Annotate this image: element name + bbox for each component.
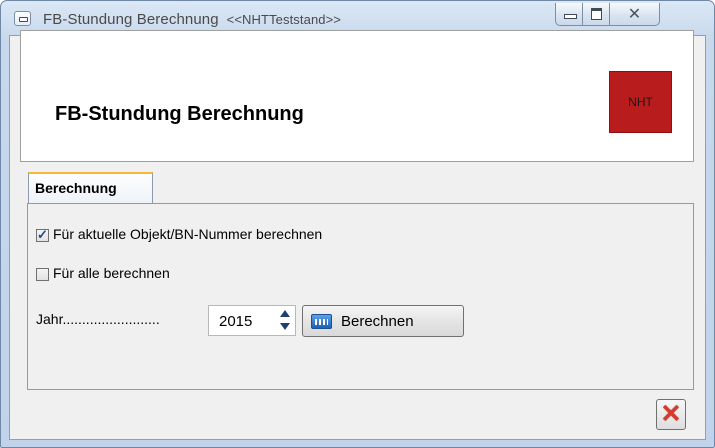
- current-object-label[interactable]: Für aktuelle Objekt/BN-Nummer berechnen: [53, 226, 322, 242]
- page-title: FB-Stundung Berechnung: [55, 103, 304, 125]
- all-label[interactable]: Für alle berechnen: [53, 265, 170, 281]
- spinner-arrows: [279, 307, 291, 334]
- all-checkbox[interactable]: [36, 268, 49, 281]
- close-icon: ✕: [627, 6, 642, 23]
- minimize-button[interactable]: [555, 3, 583, 26]
- maximize-button[interactable]: [583, 3, 610, 26]
- window-title: FB-Stundung Berechnung <<NHTTeststand>>: [43, 11, 341, 28]
- caption-buttons: ✕: [555, 3, 660, 26]
- spinner-down-icon[interactable]: [280, 323, 290, 330]
- spinner-up-icon[interactable]: [280, 310, 290, 317]
- year-spinner[interactable]: 2015: [208, 305, 296, 336]
- current-object-checkbox[interactable]: [36, 227, 49, 243]
- logo-text: NHT: [628, 95, 653, 109]
- window-close-button[interactable]: ✕: [610, 3, 660, 26]
- system-menu-icon[interactable]: [14, 11, 31, 26]
- nht-logo: NHT: [609, 71, 672, 133]
- header-panel: FB-Stundung Berechnung NHT: [20, 30, 694, 162]
- year-label: Jahr.........................: [36, 311, 160, 327]
- calculate-button[interactable]: Berechnen: [302, 305, 464, 337]
- window-title-text: FB-Stundung Berechnung: [43, 11, 219, 28]
- close-button[interactable]: ✕: [656, 399, 686, 430]
- calculate-label: Berechnen: [341, 313, 414, 330]
- close-red-x-icon: ✕: [660, 400, 682, 428]
- tab-label: Berechnung: [35, 180, 117, 196]
- year-value[interactable]: 2015: [219, 313, 252, 330]
- window-subtitle: <<NHTTeststand>>: [226, 12, 341, 27]
- tab-berechnung[interactable]: Berechnung: [28, 172, 153, 204]
- calculator-icon: [311, 314, 332, 329]
